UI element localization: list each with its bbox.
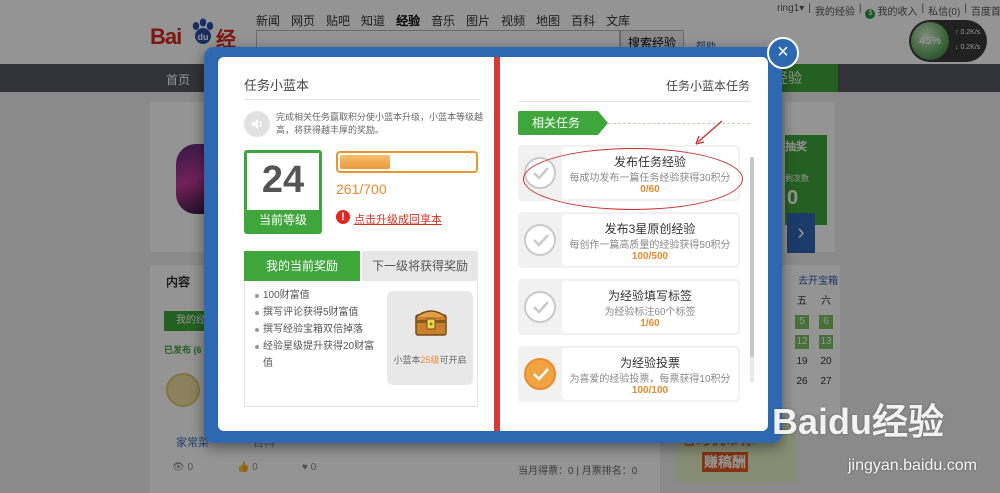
watermark-text: Baidu经验 [772,401,945,442]
chest-caption: 小蓝本25级可开启 [393,355,467,365]
list-item: 经验星级提升获得20财富值 [255,338,375,372]
check-circle-icon [524,224,556,256]
task-card: 为经验填写标签 为经验标注60个标签 1/60 [562,281,738,333]
reward-tabs: 我的当前奖励 下一级将获得奖励 [244,251,478,281]
scrollbar-thumb[interactable] [750,157,754,357]
treasure-chest-icon [415,310,447,336]
progress-fill [340,155,390,169]
tab-current-reward[interactable]: 我的当前奖励 [244,251,360,281]
list-item: 撰写评论获得5财富值 [255,304,375,321]
task-card: 发布3星原创经验 每创作一篇高质量的经验获得50积分 100/500 [562,214,738,266]
task-desc: 为喜爱的经验投票，每票获得10积分 [569,374,731,385]
task-book-modal: 任务小蓝本 完成相关任务赢取积分使小蓝本升级，小蓝本等级越高，将获得越丰厚的奖励… [204,47,782,443]
reward-list: 100财富值 撰写评论获得5财富值 撰写经验宝箱双倍掉落 经验星级提升获得20财… [255,287,375,372]
divider [244,99,480,100]
current-level-label: 当前等级 [247,210,319,231]
task-progress: 100/500 [631,251,669,262]
current-level: 24 [261,159,305,201]
upgrade-link[interactable]: 点击升级成回享本 [354,211,442,227]
task-title: 为经验填写标签 [607,289,692,303]
related-tasks-ribbon: 相关任务 [518,111,608,135]
task-item[interactable]: 发布3星原创经验 每创作一篇高质量的经验获得50积分 100/500 [518,212,740,268]
check-circle-icon [524,358,556,390]
book-left-page: 任务小蓝本 完成相关任务赢取积分使小蓝本升级，小蓝本等级越高，将获得越丰厚的奖励… [218,57,494,431]
task-title: 发布3星原创经验 [604,222,696,236]
annotation-ellipse [523,148,743,210]
book-title: 任务小蓝本 [244,78,310,93]
watermark-url: jingyan.baidu.com [848,457,977,474]
level-box: 24 当前等级 [244,150,322,234]
task-card: 为经验投票 为喜爱的经验投票，每票获得10积分 100/100 [562,348,738,400]
close-button[interactable]: × [767,37,799,69]
tab-next-reward[interactable]: 下一级将获得奖励 [362,251,478,281]
list-item: 100财富值 [255,287,375,304]
task-item-completed[interactable]: 为经验投票 为喜爱的经验投票，每票获得10积分 100/100 [518,346,740,402]
check-circle-icon [524,291,556,323]
dashed-divider [608,123,750,124]
task-title: 为经验投票 [619,356,680,370]
level-progress-bar [336,151,478,173]
task-scrollbar[interactable] [750,157,754,383]
task-item[interactable]: 为经验填写标签 为经验标注60个标签 1/60 [518,279,740,335]
warning-icon: ! [336,210,350,224]
book-right-page: 任务小蓝本任务 相关任务 发布任务经验 每成功发布一篇任务经验获得30积分 0/… [500,57,768,431]
baidu-watermark: Baidu经验 jingyan.baidu.com [772,385,992,485]
reward-panel: 100财富值 撰写评论获得5财富值 撰写经验宝箱双倍掉落 经验星级提升获得20财… [244,281,478,407]
task-progress: 100/100 [631,385,669,396]
task-progress: 1/60 [640,318,660,329]
task-desc: 为经验标注60个标签 [604,307,696,318]
intro-text: 完成相关任务赢取积分使小蓝本升级，小蓝本等级越高，将获得越丰厚的奖励。 [276,112,484,135]
speaker-icon [244,111,270,137]
treasure-chest-card[interactable]: 小蓝本25级可开启 [387,291,473,385]
tasks-title: 任务小蓝本任务 [665,79,750,93]
xp-text: 261/700 [336,181,387,197]
task-desc: 每创作一篇高质量的经验获得50积分 [569,240,731,251]
annotation-arrow-icon [695,120,723,145]
divider [518,101,750,102]
list-item: 撰写经验宝箱双倍掉落 [255,321,375,338]
